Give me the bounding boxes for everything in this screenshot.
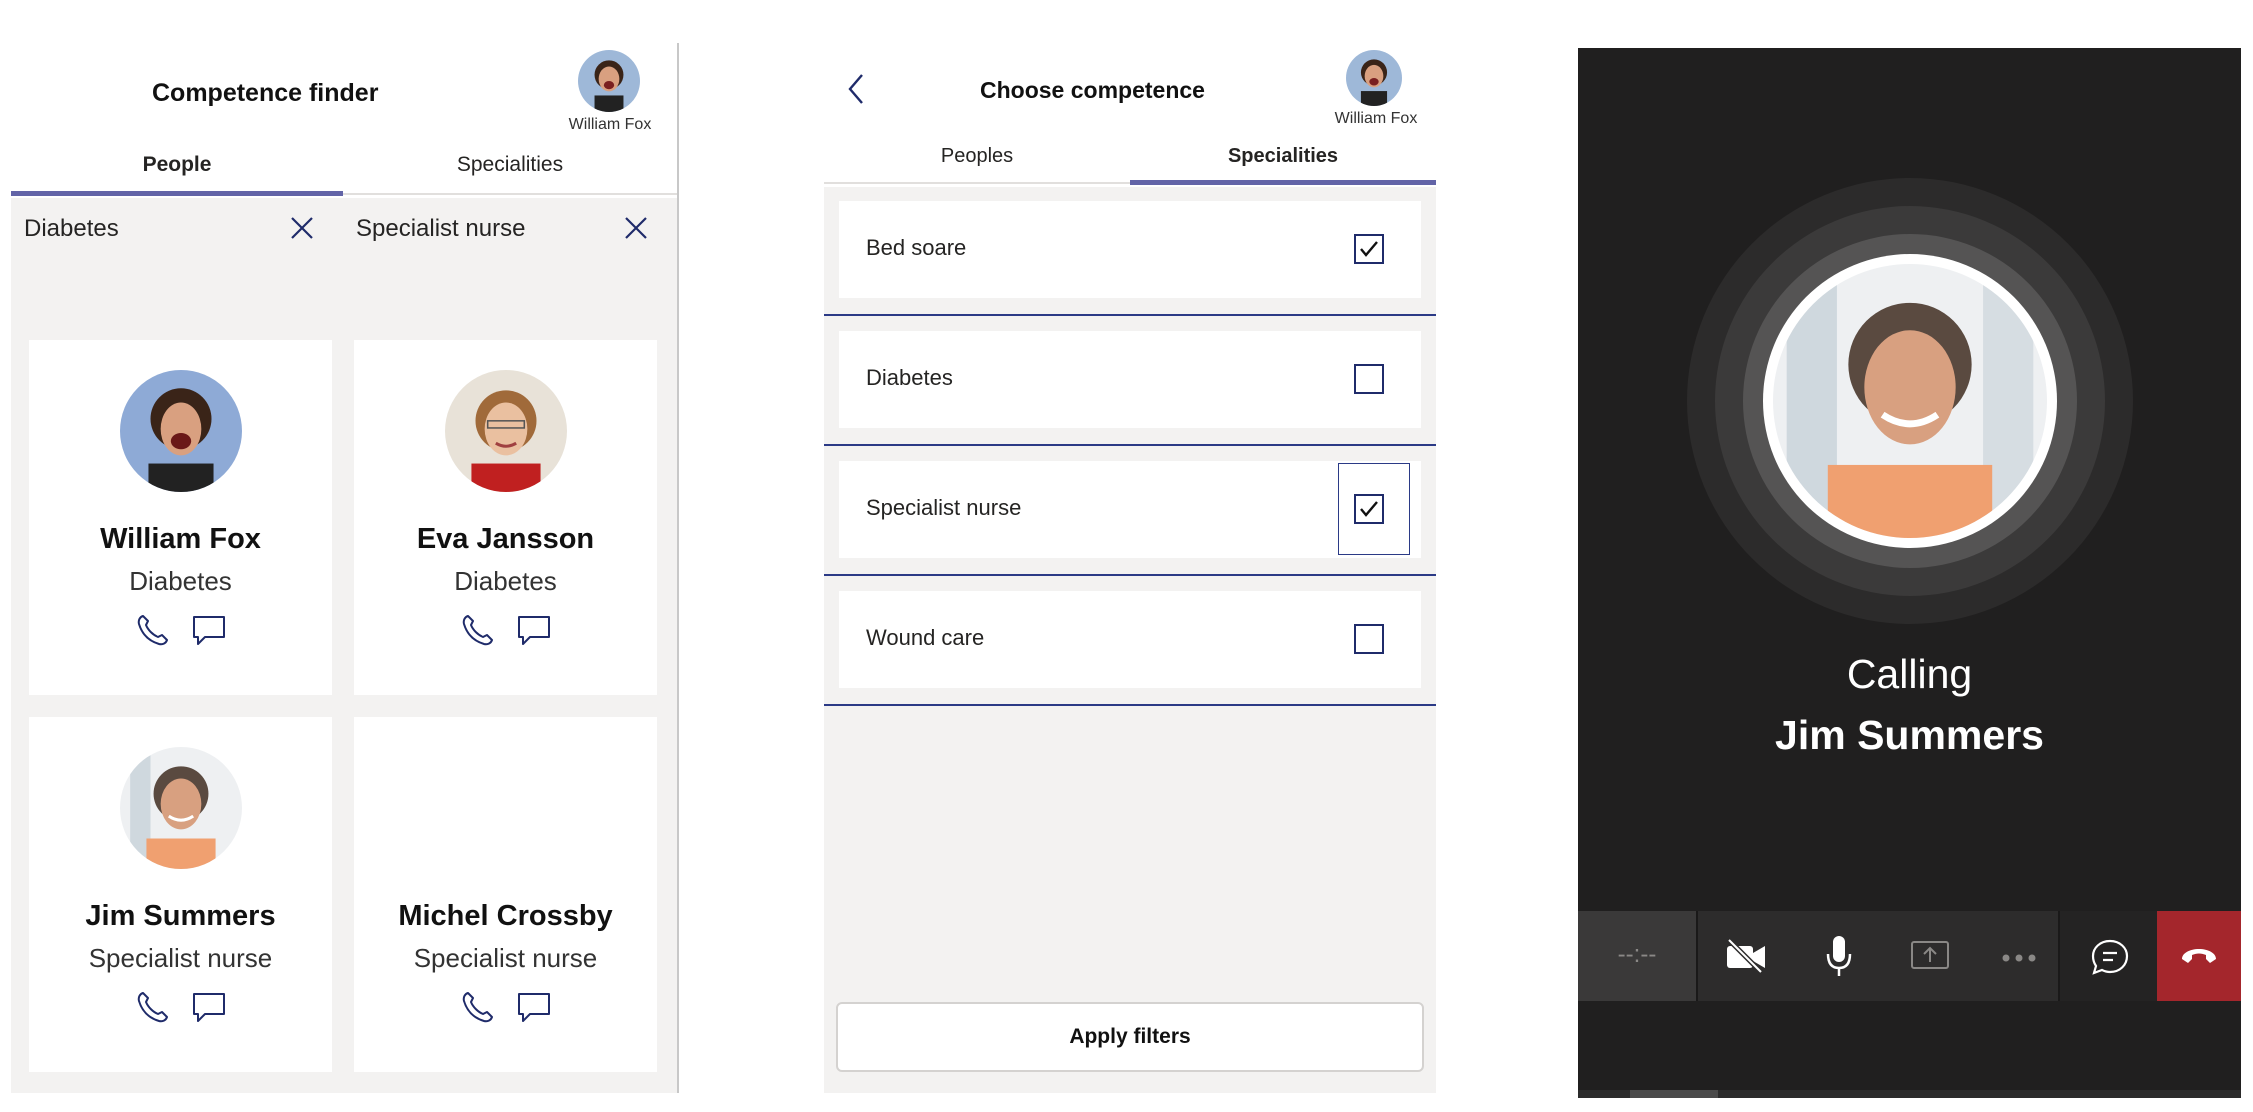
- user-avatar[interactable]: [578, 50, 640, 112]
- speciality-item[interactable]: Bed soare: [839, 201, 1421, 298]
- scrollbar-thumb[interactable]: [1630, 1090, 1718, 1098]
- separator: [824, 574, 1436, 576]
- filter-chip-label: Diabetes: [24, 215, 119, 242]
- hang-up-button[interactable]: [2157, 911, 2241, 1001]
- phone-icon[interactable]: [134, 989, 170, 1025]
- tab-peoples[interactable]: Peoples: [824, 145, 1130, 168]
- person-avatar: [120, 370, 242, 492]
- user-avatar[interactable]: [1346, 50, 1402, 106]
- filter-chip-label: Specialist nurse: [356, 215, 526, 242]
- close-icon[interactable]: [623, 215, 649, 241]
- close-icon[interactable]: [289, 215, 315, 241]
- checkbox-checked[interactable]: [1354, 234, 1384, 264]
- person-name: Jim Summers: [85, 900, 276, 932]
- checkbox-unchecked[interactable]: [1354, 364, 1384, 394]
- person-speciality: Specialist nurse: [413, 943, 598, 973]
- video-off-icon[interactable]: [1725, 938, 1767, 979]
- person-card[interactable]: William Fox Diabetes: [29, 340, 332, 695]
- call-timer: --:--: [1617, 941, 1657, 968]
- active-tab-indicator: [1130, 180, 1436, 185]
- callee-avatar: [1773, 264, 2047, 538]
- user-name: William Fox: [568, 116, 652, 133]
- person-name: Eva Jansson: [416, 523, 595, 555]
- active-tab-indicator: [11, 191, 343, 196]
- tab-specialities[interactable]: Specialities: [343, 153, 677, 177]
- phone-icon[interactable]: [459, 989, 495, 1025]
- tab-people[interactable]: People: [11, 153, 343, 177]
- callee-name: Jim Summers: [1775, 712, 2044, 758]
- person-avatar: [445, 370, 567, 492]
- competence-finder-screen: Competence finder William Fox People Spe…: [11, 43, 679, 1093]
- timer-area: --:--: [1578, 911, 1696, 1001]
- choose-competence-screen: Choose competence William Fox Peoples Sp…: [824, 43, 1436, 1093]
- calling-label: Calling: [1846, 651, 1973, 697]
- speciality-item[interactable]: Wound care: [839, 591, 1421, 688]
- person-card[interactable]: Eva Jansson Diabetes: [354, 340, 657, 695]
- person-speciality: Specialist nurse: [88, 943, 273, 973]
- separator: [824, 704, 1436, 706]
- share-screen-icon[interactable]: [1910, 938, 1950, 977]
- speciality-label: Bed soare: [866, 235, 967, 260]
- chat-icon[interactable]: [516, 614, 552, 648]
- bar-divider: [1696, 911, 1698, 1001]
- person-avatar: [120, 747, 242, 869]
- speciality-label: Specialist nurse: [866, 495, 1022, 520]
- chat-icon[interactable]: [191, 614, 227, 648]
- checkbox-unchecked[interactable]: [1354, 624, 1384, 654]
- hang-up-icon: [2179, 945, 2219, 972]
- page-title: Competence finder: [152, 79, 379, 107]
- back-icon[interactable]: [845, 72, 867, 111]
- separator: [824, 314, 1436, 316]
- person-speciality: Diabetes: [454, 566, 557, 596]
- phone-icon[interactable]: [459, 612, 495, 648]
- calling-screen: Calling Jim Summers --:--: [1578, 48, 2241, 1098]
- person-speciality: Diabetes: [129, 566, 232, 596]
- person-name: William Fox: [100, 523, 261, 555]
- speciality-item[interactable]: Specialist nurse: [839, 461, 1421, 558]
- screen-divider: [677, 43, 679, 1093]
- chat-icon[interactable]: [516, 991, 552, 1025]
- microphone-icon[interactable]: [1824, 934, 1854, 983]
- speciality-label: Wound care: [866, 625, 985, 650]
- chat-icon[interactable]: [2090, 938, 2130, 981]
- person-name: Michel Crossby: [398, 900, 613, 932]
- speciality-label: Diabetes: [866, 365, 953, 390]
- person-card[interactable]: Jim Summers Specialist nurse: [29, 717, 332, 1072]
- separator: [824, 444, 1436, 446]
- checkbox-checked[interactable]: [1354, 494, 1384, 524]
- phone-icon[interactable]: [134, 612, 170, 648]
- user-name: William Fox: [1334, 110, 1418, 127]
- speciality-item[interactable]: Diabetes: [839, 331, 1421, 428]
- tab-specialities[interactable]: Specialities: [1130, 145, 1436, 168]
- person-card[interactable]: Michel Crossby Specialist nurse: [354, 717, 657, 1072]
- page-title: Choose competence: [980, 77, 1205, 103]
- more-icon[interactable]: [2001, 950, 2037, 968]
- chat-icon[interactable]: [191, 991, 227, 1025]
- apply-filters-button[interactable]: Apply filters: [836, 1002, 1424, 1072]
